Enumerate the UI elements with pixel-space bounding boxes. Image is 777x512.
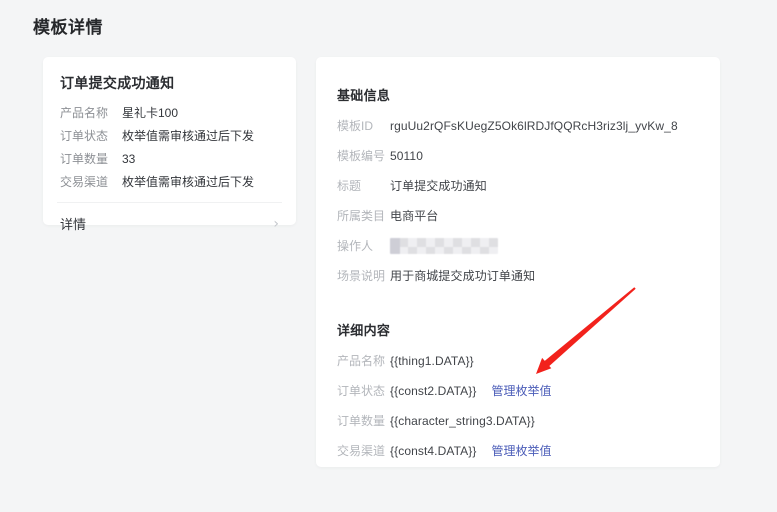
basic-field-operator: 操作人 bbox=[337, 239, 699, 254]
manage-enum-values-link-trade-channel[interactable]: 管理枚举值 bbox=[491, 444, 551, 459]
content-field-trade-channel: 交易渠道 {{const4.DATA}} 管理枚举值 bbox=[337, 444, 699, 459]
field-label: 订单状态 bbox=[337, 384, 390, 399]
basic-field-scene-description: 场景说明 用于商城提交成功订单通知 bbox=[337, 269, 699, 284]
template-id-value: rguUu2rQFsKUegZ5Ok6lRDJfQQRcH3riz3lj_yvK… bbox=[390, 119, 678, 134]
basic-field-template-id: 模板ID rguUu2rQFsKUegZ5Ok6lRDJfQQRcH3riz3l… bbox=[337, 119, 699, 134]
field-label: 模板ID bbox=[337, 119, 390, 134]
manage-enum-values-link-order-status[interactable]: 管理枚举值 bbox=[491, 384, 551, 399]
field-label: 标题 bbox=[337, 179, 390, 194]
content-field-order-status: 订单状态 {{const2.DATA}} 管理枚举值 bbox=[337, 384, 699, 399]
basic-info-section-title: 基础信息 bbox=[337, 85, 699, 104]
placeholder-value: {{character_string3.DATA}} bbox=[390, 414, 535, 429]
field-value: 用于商城提交成功订单通知 bbox=[390, 269, 535, 284]
field-label: 场景说明 bbox=[337, 269, 390, 284]
basic-field-template-number: 模板编号 50110 bbox=[337, 149, 699, 164]
field-value: 33 bbox=[122, 152, 135, 166]
field-label: 模板编号 bbox=[337, 149, 390, 164]
placeholder-value: {{thing1.DATA}} bbox=[390, 354, 474, 369]
field-label: 订单状态 bbox=[60, 129, 122, 143]
placeholder-value: {{const4.DATA}} bbox=[390, 444, 476, 459]
preview-field-product-name: 产品名称 星礼卡100 bbox=[60, 106, 279, 120]
field-label: 订单数量 bbox=[337, 414, 390, 429]
basic-field-title: 标题 订单提交成功通知 bbox=[337, 179, 699, 194]
template-detail-card: 基础信息 模板ID rguUu2rQFsKUegZ5Ok6lRDJfQQRcH3… bbox=[316, 57, 720, 467]
field-value: 星礼卡100 bbox=[122, 106, 178, 120]
preview-field-order-quantity: 订单数量 33 bbox=[60, 152, 279, 166]
field-value: 订单提交成功通知 bbox=[390, 179, 487, 194]
placeholder-value: {{const2.DATA}} bbox=[390, 384, 476, 399]
field-value: 50110 bbox=[390, 149, 423, 164]
field-label: 交易渠道 bbox=[337, 444, 390, 459]
preview-card-title: 订单提交成功通知 bbox=[60, 73, 279, 93]
field-value: 电商平台 bbox=[390, 209, 438, 224]
detail-link-label: 详情 bbox=[60, 214, 86, 233]
content-field-order-quantity: 订单数量 {{character_string3.DATA}} bbox=[337, 414, 699, 429]
field-value: 枚举值需审核通过后下发 bbox=[122, 129, 254, 143]
field-value: 枚举值需审核通过后下发 bbox=[122, 175, 254, 189]
preview-field-order-status: 订单状态 枚举值需审核通过后下发 bbox=[60, 129, 279, 143]
page-title: 模板详情 bbox=[33, 13, 103, 38]
detail-content-section-title: 详细内容 bbox=[337, 320, 699, 339]
field-label: 产品名称 bbox=[337, 354, 390, 369]
field-label: 产品名称 bbox=[60, 106, 122, 120]
detail-link-row[interactable]: 详情 › bbox=[60, 203, 279, 244]
preview-field-trade-channel: 交易渠道 枚举值需审核通过后下发 bbox=[60, 175, 279, 189]
field-label: 订单数量 bbox=[60, 152, 122, 166]
field-label: 交易渠道 bbox=[60, 175, 122, 189]
basic-field-category: 所属类目 电商平台 bbox=[337, 209, 699, 224]
field-label: 所属类目 bbox=[337, 209, 390, 224]
redacted-operator-value bbox=[390, 238, 498, 254]
template-preview-card: 订单提交成功通知 产品名称 星礼卡100 订单状态 枚举值需审核通过后下发 订单… bbox=[43, 57, 296, 225]
field-label: 操作人 bbox=[337, 239, 390, 254]
chevron-right-icon: › bbox=[273, 217, 279, 231]
content-field-product-name: 产品名称 {{thing1.DATA}} bbox=[337, 354, 699, 369]
